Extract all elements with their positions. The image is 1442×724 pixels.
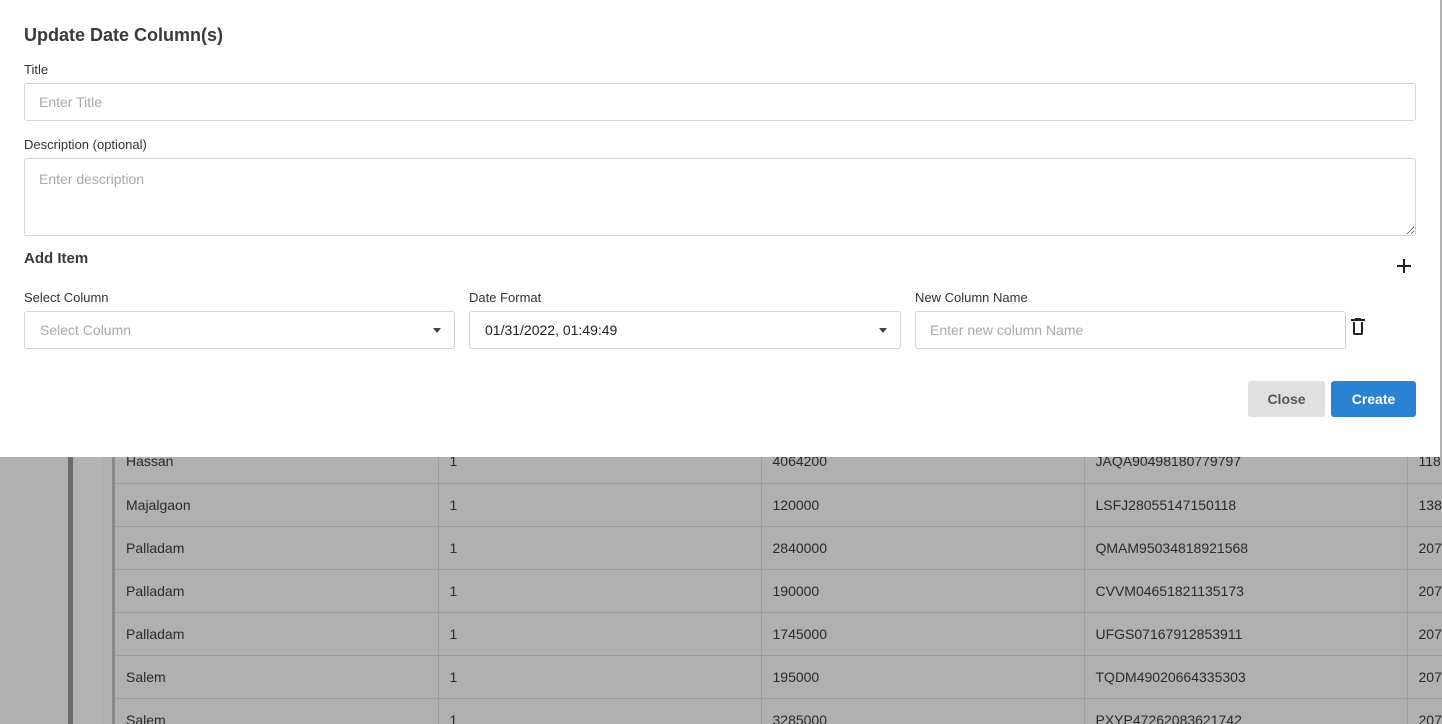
table-cell: 195000 <box>761 655 1085 699</box>
title-label: Title <box>24 62 49 77</box>
table-cell: LSFJ28055147150118 <box>1084 483 1408 527</box>
delete-item-trash-icon[interactable] <box>1351 318 1365 336</box>
table-cell: 207 <box>1407 612 1442 656</box>
table-cell: 1 <box>438 526 762 570</box>
date-format-dropdown[interactable]: 01/31/2022, 01:49:49 <box>469 311 901 349</box>
table-row: Majalgaon 1 120000 LSFJ28055147150118 138 <box>115 483 1442 527</box>
table-cell: Majalgaon <box>115 483 439 527</box>
table-cell: Palladam <box>115 569 439 613</box>
table-cell: 1 <box>438 698 762 724</box>
table-cell: 1745000 <box>761 612 1085 656</box>
new-column-name-label: New Column Name <box>915 290 1028 305</box>
table-cell: 207 <box>1407 698 1442 724</box>
table-cell: UFGS07167912853911 <box>1084 612 1408 656</box>
description-textarea[interactable] <box>24 158 1416 236</box>
modal-title: Update Date Column(s) <box>24 25 224 45</box>
add-item-heading: Add Item <box>24 250 89 267</box>
table-cell: 190000 <box>761 569 1085 613</box>
title-input[interactable] <box>24 83 1416 121</box>
select-column-dropdown[interactable]: Select Column <box>24 311 455 349</box>
table-row: Salem 1 195000 TQDM49020664335303 207 <box>115 655 1442 699</box>
chevron-down-icon <box>879 328 887 333</box>
add-item-plus-icon[interactable] <box>1394 256 1414 276</box>
table-cell: 1 <box>438 612 762 656</box>
table-cell: Salem <box>115 698 439 724</box>
date-format-value: 01/31/2022, 01:49:49 <box>485 322 618 338</box>
table-row: Palladam 1 1745000 UFGS07167912853911 207 <box>115 612 1442 656</box>
table-cell: 120000 <box>761 483 1085 527</box>
table-cell: Palladam <box>115 526 439 570</box>
select-column-placeholder: Select Column <box>40 322 132 338</box>
update-date-columns-modal: Update Date Column(s) Title Description … <box>0 0 1440 457</box>
table-row: Palladam 1 2840000 QMAM95034818921568 207 <box>115 526 1442 570</box>
table-row: Salem 1 3285000 PXYP47262083621742 207 <box>115 698 1442 724</box>
table-cell: 1 <box>438 483 762 527</box>
table-cell: 3285000 <box>761 698 1085 724</box>
table-cell: 1 <box>438 569 762 613</box>
table-cell: TQDM49020664335303 <box>1084 655 1408 699</box>
date-format-label: Date Format <box>469 290 542 305</box>
table-cell: 207 <box>1407 569 1442 613</box>
table-cell: 138 <box>1407 483 1442 527</box>
table-cell: PXYP47262083621742 <box>1084 698 1408 724</box>
table-cell: CVVM04651821135173 <box>1084 569 1408 613</box>
chevron-down-icon <box>433 328 441 333</box>
select-column-label: Select Column <box>24 290 109 305</box>
table-cell: 1 <box>438 655 762 699</box>
table-cell: 207 <box>1407 526 1442 570</box>
description-label: Description (optional) <box>24 137 147 152</box>
close-button[interactable]: Close <box>1248 381 1325 417</box>
table-cell: Salem <box>115 655 439 699</box>
create-button[interactable]: Create <box>1331 381 1416 417</box>
background-data-table: Hassan 1 4064200 JAQA90498180779797 118 Majal… <box>115 440 1442 724</box>
table-cell: 207 <box>1407 655 1442 699</box>
new-column-name-input[interactable] <box>915 311 1346 349</box>
table-row: Palladam 1 190000 CVVM04651821135173 207 <box>115 569 1442 613</box>
table-cell: QMAM95034818921568 <box>1084 526 1408 570</box>
table-cell: Palladam <box>115 612 439 656</box>
table-cell: 2840000 <box>761 526 1085 570</box>
